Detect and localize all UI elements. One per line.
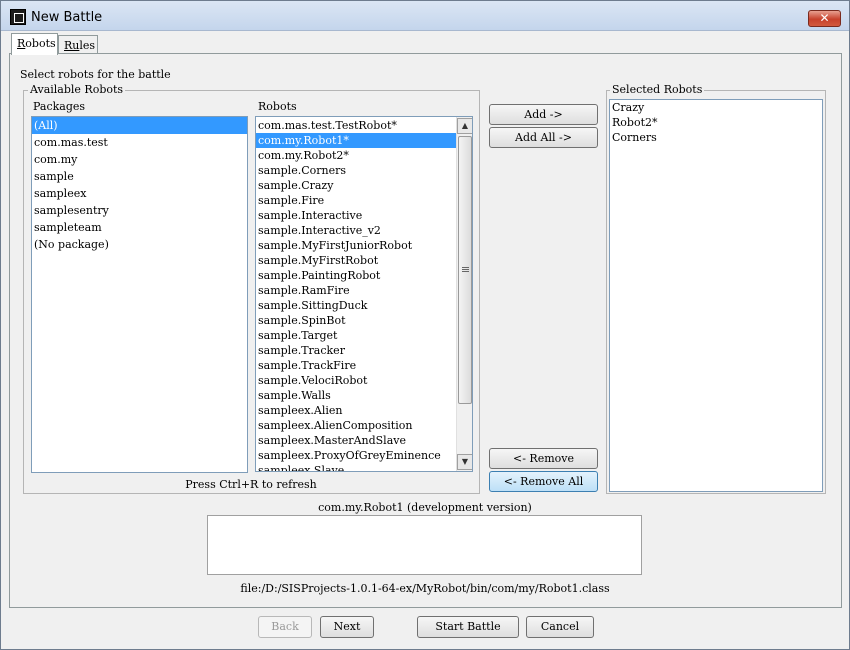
add-button[interactable]: Add -> [489,104,598,125]
robot-list-item[interactable]: sample.SittingDuck [256,298,456,313]
robot-details-title: com.my.Robot1 (development version) [318,501,532,514]
robots-scrollbar[interactable]: ▲ ▼ [456,117,472,471]
selected-robots-list[interactable]: Crazy Robot2* Corners [609,99,823,492]
robot-list-item[interactable]: sample.TrackFire [256,358,456,373]
scroll-thumb[interactable] [458,136,472,404]
package-list-item[interactable]: com.my [32,151,247,168]
robot-list-item[interactable]: com.my.Robot1* [256,133,456,148]
robot-list-item[interactable]: sample.PaintingRobot [256,268,456,283]
scroll-up-arrow-icon[interactable]: ▲ [457,118,472,134]
title-bar[interactable]: New Battle ✕ [1,1,849,31]
robot-list-item[interactable]: sample.Tracker [256,343,456,358]
packages-list[interactable]: (All) com.mas.test com.my sample sampleex sam… [31,116,248,473]
remove-button[interactable]: <- Remove [489,448,598,469]
robot-description-box [207,515,642,575]
robot-list-item[interactable]: sample.VelociRobot [256,373,456,388]
robot-list-item[interactable]: sample.SpinBot [256,313,456,328]
tab-rules-mnemonic: Ru [64,39,80,52]
robot-list-item[interactable]: sample.RamFire [256,283,456,298]
selected-robot-item[interactable]: Corners [610,130,822,145]
package-list-item[interactable]: (No package) [32,236,247,253]
robot-list-item[interactable]: sample.Interactive [256,208,456,223]
robots-list-items: com.mas.test.TestRobot* com.my.Robot1* com… [256,118,456,471]
back-button[interactable]: Back [258,616,312,638]
package-list-item[interactable]: sample [32,168,247,185]
new-battle-window: New Battle ✕ Robots Rules Select robots … [0,0,850,650]
package-list-item[interactable]: com.mas.test [32,134,247,151]
scroll-down-arrow-icon[interactable]: ▼ [457,454,472,470]
add-all-button[interactable]: Add All -> [489,127,598,148]
robot-list-item[interactable]: sample.Fire [256,193,456,208]
tab-rules-label: les [79,39,96,52]
robot-list-item[interactable]: sample.MyFirstRobot [256,253,456,268]
robots-header: Robots [258,100,297,113]
close-button[interactable]: ✕ [808,10,841,27]
packages-header: Packages [33,100,86,113]
tab-robots-label: obots [25,37,56,50]
robot-list-item[interactable]: com.my.Robot2* [256,148,456,163]
robot-file-path: file:/D:/SISProjects-1.0.1-64-ex/MyRobot… [240,582,610,595]
tab-robots[interactable]: Robots [11,33,58,55]
cancel-button[interactable]: Cancel [526,616,594,638]
robocode-app-icon [10,9,26,25]
robot-list-item[interactable]: sampleex.Alien [256,403,456,418]
robot-list-item[interactable]: sample.Crazy [256,178,456,193]
robot-list-item[interactable]: sample.Walls [256,388,456,403]
selected-robots-legend: Selected Robots [610,83,705,96]
robots-list[interactable]: com.mas.test.TestRobot* com.my.Robot1* com… [255,116,473,472]
instruction-label: Select robots for the battle [20,68,171,81]
package-list-item[interactable]: (All) [32,117,247,134]
robot-list-item[interactable]: sampleex.AlienComposition [256,418,456,433]
robot-list-item[interactable]: sample.Target [256,328,456,343]
robot-list-item[interactable]: sample.MyFirstJuniorRobot [256,238,456,253]
available-robots-legend: Available Robots [28,83,126,96]
tab-rules[interactable]: Rules [58,35,98,54]
robot-list-item[interactable]: com.mas.test.TestRobot* [256,118,456,133]
package-list-item[interactable]: sampleex [32,185,247,202]
selected-robot-item[interactable]: Robot2* [610,115,822,130]
package-list-item[interactable]: sampleteam [32,219,247,236]
robot-list-item[interactable]: sampleex.MasterAndSlave [256,433,456,448]
robot-list-item[interactable]: sample.Corners [256,163,456,178]
robot-list-item[interactable]: sample.Interactive_v2 [256,223,456,238]
refresh-hint: Press Ctrl+R to refresh [185,478,317,491]
next-button[interactable]: Next [320,616,374,638]
package-list-item[interactable]: samplesentry [32,202,247,219]
robot-list-item[interactable]: sampleex.ProxyOfGreyEminence [256,448,456,463]
selected-robot-item[interactable]: Crazy [610,100,822,115]
start-battle-button[interactable]: Start Battle [417,616,519,638]
remove-all-button[interactable]: <- Remove All [489,471,598,492]
robot-list-item[interactable]: sampleex.Slave [256,463,456,471]
window-title: New Battle [31,10,103,25]
